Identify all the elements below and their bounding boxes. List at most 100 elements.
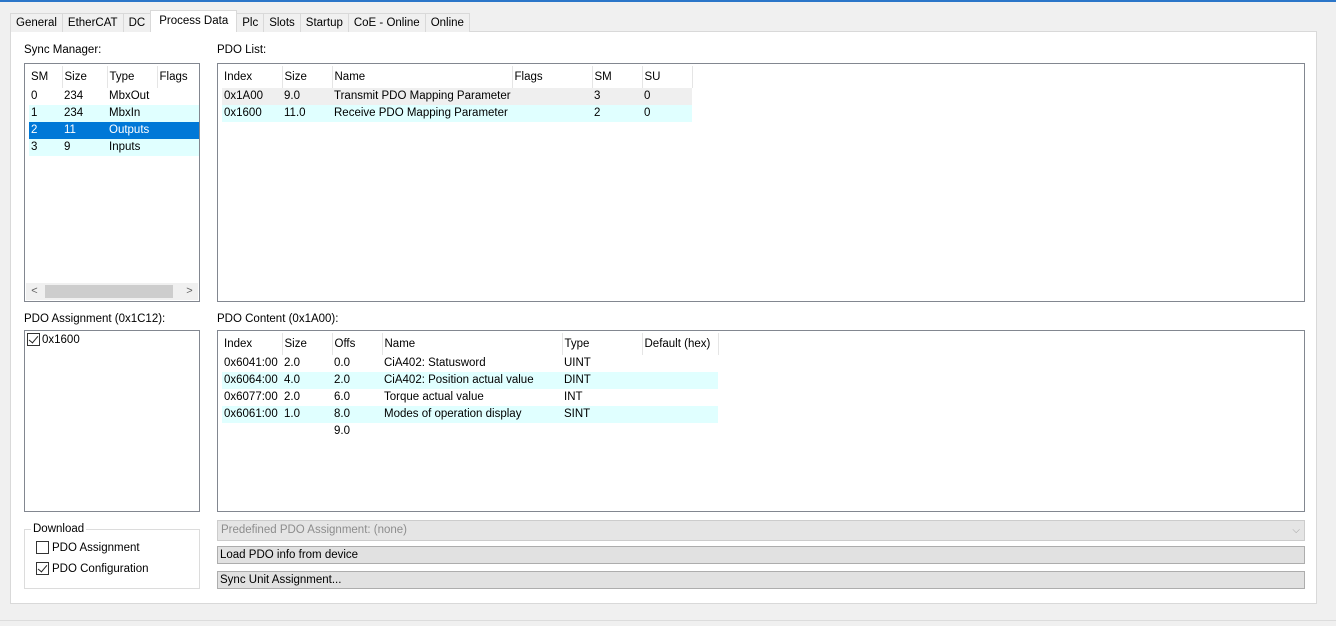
sync-manager-label: Sync Manager: [24,44,102,56]
scroll-thumb[interactable] [45,285,173,298]
pdo-assignment-item[interactable]: 0x1600 [27,333,80,346]
column-header-name[interactable]: Name [332,66,513,88]
column-header-index[interactable]: Index [222,66,283,88]
type-cell: MbxOut [109,90,150,102]
sync-manager-list[interactable]: SM Size Type Flags 0 234 MbxOut 1 234 Mb… [24,63,200,302]
type-cell: MbxIn [107,105,157,122]
offs-cell: 9.0 [334,425,350,437]
sm-cell: 3 [29,139,62,156]
pdo-content-list[interactable]: Index Size Offs Name Type Default (hex) … [217,330,1305,512]
sm-cell: 2 [29,122,62,139]
pdo-configuration-option[interactable]: PDO Configuration [36,562,149,575]
flags-cell [157,105,199,122]
offs-cell: 0.0 [334,357,350,369]
pdo-assignment-list[interactable]: 0x1600 [24,330,200,512]
pdo-assignment-label: PDO Assignment (0x1C12): [24,313,166,325]
type-cell: Inputs [107,139,157,156]
size-cell: 4.0 [282,372,332,389]
index-cell: 0x6061:00 [222,406,282,423]
sm-cell: 2 [592,105,642,122]
sync-unit-assignment-button[interactable]: Sync Unit Assignment... [217,571,1305,589]
pdo-content-label: PDO Content (0x1A00): [217,313,339,325]
default-cell [642,355,718,372]
size-cell: 9 [62,139,107,156]
pdo-list-label: PDO List: [217,44,267,56]
sm-cell: 0 [31,90,38,102]
sync-manager-row[interactable]: 1 234 MbxIn [29,105,199,122]
tab-general[interactable]: General [10,13,63,32]
index-cell: 0x1A00 [222,88,282,105]
column-header-size[interactable]: Size [62,66,108,88]
pdo-assignment-option-label: PDO Assignment [52,541,140,554]
scroll-left-icon[interactable]: < [26,283,43,300]
flags-cell [157,122,199,139]
type-cell [562,423,642,440]
column-header-name[interactable]: Name [382,333,563,355]
pdo-content-row[interactable]: 0x6041:00 2.0 0.0 CiA402: Statusword UIN… [222,355,718,372]
pdo-assignment-download-checkbox[interactable] [36,541,49,554]
pdo-content-table: Index Size Offs Name Type Default (hex) … [222,333,719,440]
predefined-pdo-assignment-value: Predefined PDO Assignment: (none) [221,524,408,536]
sync-manager-row[interactable]: 3 9 Inputs [29,139,199,156]
column-header-size[interactable]: Size [282,333,333,355]
tab-coe-online[interactable]: CoE - Online [347,13,426,32]
tab-slots[interactable]: Slots [263,13,301,32]
pdo-content-header: Index Size Offs Name Type Default (hex) [222,333,719,355]
pdo-content-row[interactable]: 0x6061:00 1.0 8.0 Modes of operation dis… [222,406,718,423]
pdo-configuration-download-checkbox[interactable] [36,562,49,575]
pdo-content-row[interactable]: 0x6077:00 2.0 6.0 Torque actual value IN… [222,389,718,406]
pdo-list[interactable]: Index Size Name Flags SM SU 0x1A00 9.0 T… [217,63,1305,302]
index-cell: 0x6041:00 [224,357,278,369]
download-group-label: Download [31,522,87,536]
tab-online[interactable]: Online [424,13,470,32]
name-cell: CiA402: Statusword [384,357,486,369]
sm-cell: 3 [592,88,642,105]
pdo-configuration-option-label: PDO Configuration [52,562,149,575]
horizontal-scrollbar[interactable]: < > [26,283,198,300]
pdo-list-table: Index Size Name Flags SM SU 0x1A00 9.0 T… [222,66,693,122]
index-cell: 0x1600 [222,105,282,122]
tab-process-data[interactable]: Process Data [150,10,238,32]
predefined-pdo-assignment-select[interactable]: Predefined PDO Assignment: (none) ⌵ [217,520,1305,541]
pdo-assignment-option[interactable]: PDO Assignment [36,541,140,554]
size-cell: 9.0 [282,88,332,105]
column-header-sm[interactable]: SM [592,66,643,88]
column-header-su[interactable]: SU [642,66,693,88]
default-cell [642,423,718,440]
type-cell: SINT [562,406,642,423]
su-cell: 0 [642,105,692,122]
column-header-type[interactable]: Type [562,333,643,355]
tab-dc[interactable]: DC [122,13,152,32]
name-cell [382,423,562,440]
column-header-offs[interactable]: Offs [332,333,383,355]
column-header-type[interactable]: Type [107,66,158,88]
flags-cell [157,139,199,156]
pdo-list-row[interactable]: 0x1600 11.0 Receive PDO Mapping Paramete… [222,105,692,122]
pdo-list-header: Index Size Name Flags SM SU [222,66,693,88]
default-cell [642,372,718,389]
pdo-content-row[interactable]: 0x6064:00 4.0 2.0 CiA402: Position actua… [222,372,718,389]
size-cell: 11 [62,122,107,139]
load-pdo-info-button[interactable]: Load PDO info from device [217,546,1305,564]
column-header-index[interactable]: Index [222,333,283,355]
scroll-track[interactable] [43,284,181,299]
column-header-sm[interactable]: SM [29,66,63,88]
column-header-flags[interactable]: Flags [157,66,199,88]
su-cell: 0 [642,88,692,105]
pdo-assignment-checkbox[interactable] [27,333,40,346]
scroll-right-icon[interactable]: > [181,283,198,300]
column-header-flags[interactable]: Flags [512,66,593,88]
tab-ethercat[interactable]: EtherCAT [61,13,124,32]
tab-plc[interactable]: Plc [236,13,265,32]
size-cell: 11.0 [282,105,332,122]
pdo-list-row[interactable]: 0x1A00 9.0 Transmit PDO Mapping Paramete… [222,88,692,105]
sync-manager-row[interactable]: 0 234 MbxOut [29,88,199,105]
column-header-size[interactable]: Size [282,66,333,88]
column-header-default[interactable]: Default (hex) [642,333,719,355]
index-cell: 0x6077:00 [224,391,278,403]
tab-startup[interactable]: Startup [299,13,349,32]
name-cell: Transmit PDO Mapping Parameter [332,88,512,105]
name-cell: Receive PDO Mapping Parameter [332,105,512,122]
size-cell [282,423,332,440]
sync-manager-row-selected[interactable]: 2 11 Outputs [29,122,199,139]
